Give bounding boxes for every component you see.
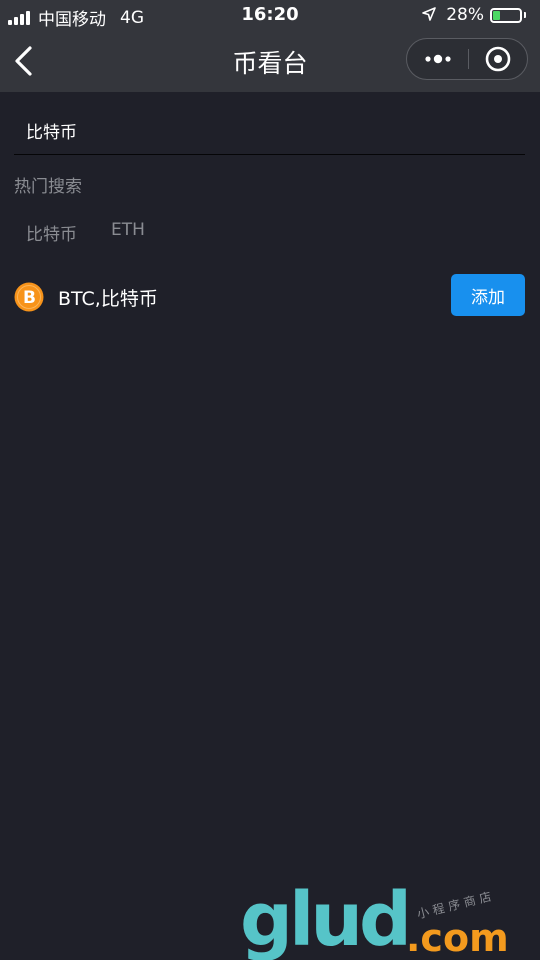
- watermark-logo: glud 小程序商店 .com: [240, 880, 540, 960]
- location-arrow-icon: [422, 6, 437, 25]
- capsule-menu: [406, 38, 528, 80]
- target-circle-icon: [485, 46, 511, 72]
- hot-tag-btc[interactable]: 比特币: [26, 220, 77, 245]
- screen: 中国移动 4G 16:20 28% 币看台 比特币 热门搜索 比特币 ETH B…: [0, 0, 540, 960]
- more-button[interactable]: [407, 39, 468, 79]
- status-right: 28%: [422, 5, 526, 25]
- search-input[interactable]: [26, 116, 506, 144]
- result-item: B BTC,比特币 添加: [14, 274, 525, 318]
- search-bar: [14, 106, 525, 155]
- svg-text:B: B: [23, 288, 36, 308]
- hot-tag-eth[interactable]: ETH: [111, 220, 145, 245]
- more-dots-icon: [425, 54, 451, 64]
- battery-fill: [493, 10, 500, 20]
- bitcoin-icon: B: [14, 282, 44, 312]
- watermark-domain: .com: [406, 916, 509, 960]
- battery-cap: [524, 12, 526, 18]
- battery-icon: [490, 7, 522, 23]
- hot-search-title: 热门搜索: [14, 177, 82, 197]
- hot-search-tags: 比特币 ETH: [26, 220, 179, 245]
- status-bar: 中国移动 4G 16:20 28%: [0, 0, 540, 32]
- battery-percent: 28%: [446, 5, 484, 25]
- add-button[interactable]: 添加: [451, 274, 525, 316]
- close-miniprogram-button[interactable]: [469, 39, 527, 79]
- nav-bar: 币看台: [0, 32, 540, 92]
- coin-name: BTC,比特币: [58, 288, 158, 310]
- watermark-brand: glud: [240, 877, 412, 960]
